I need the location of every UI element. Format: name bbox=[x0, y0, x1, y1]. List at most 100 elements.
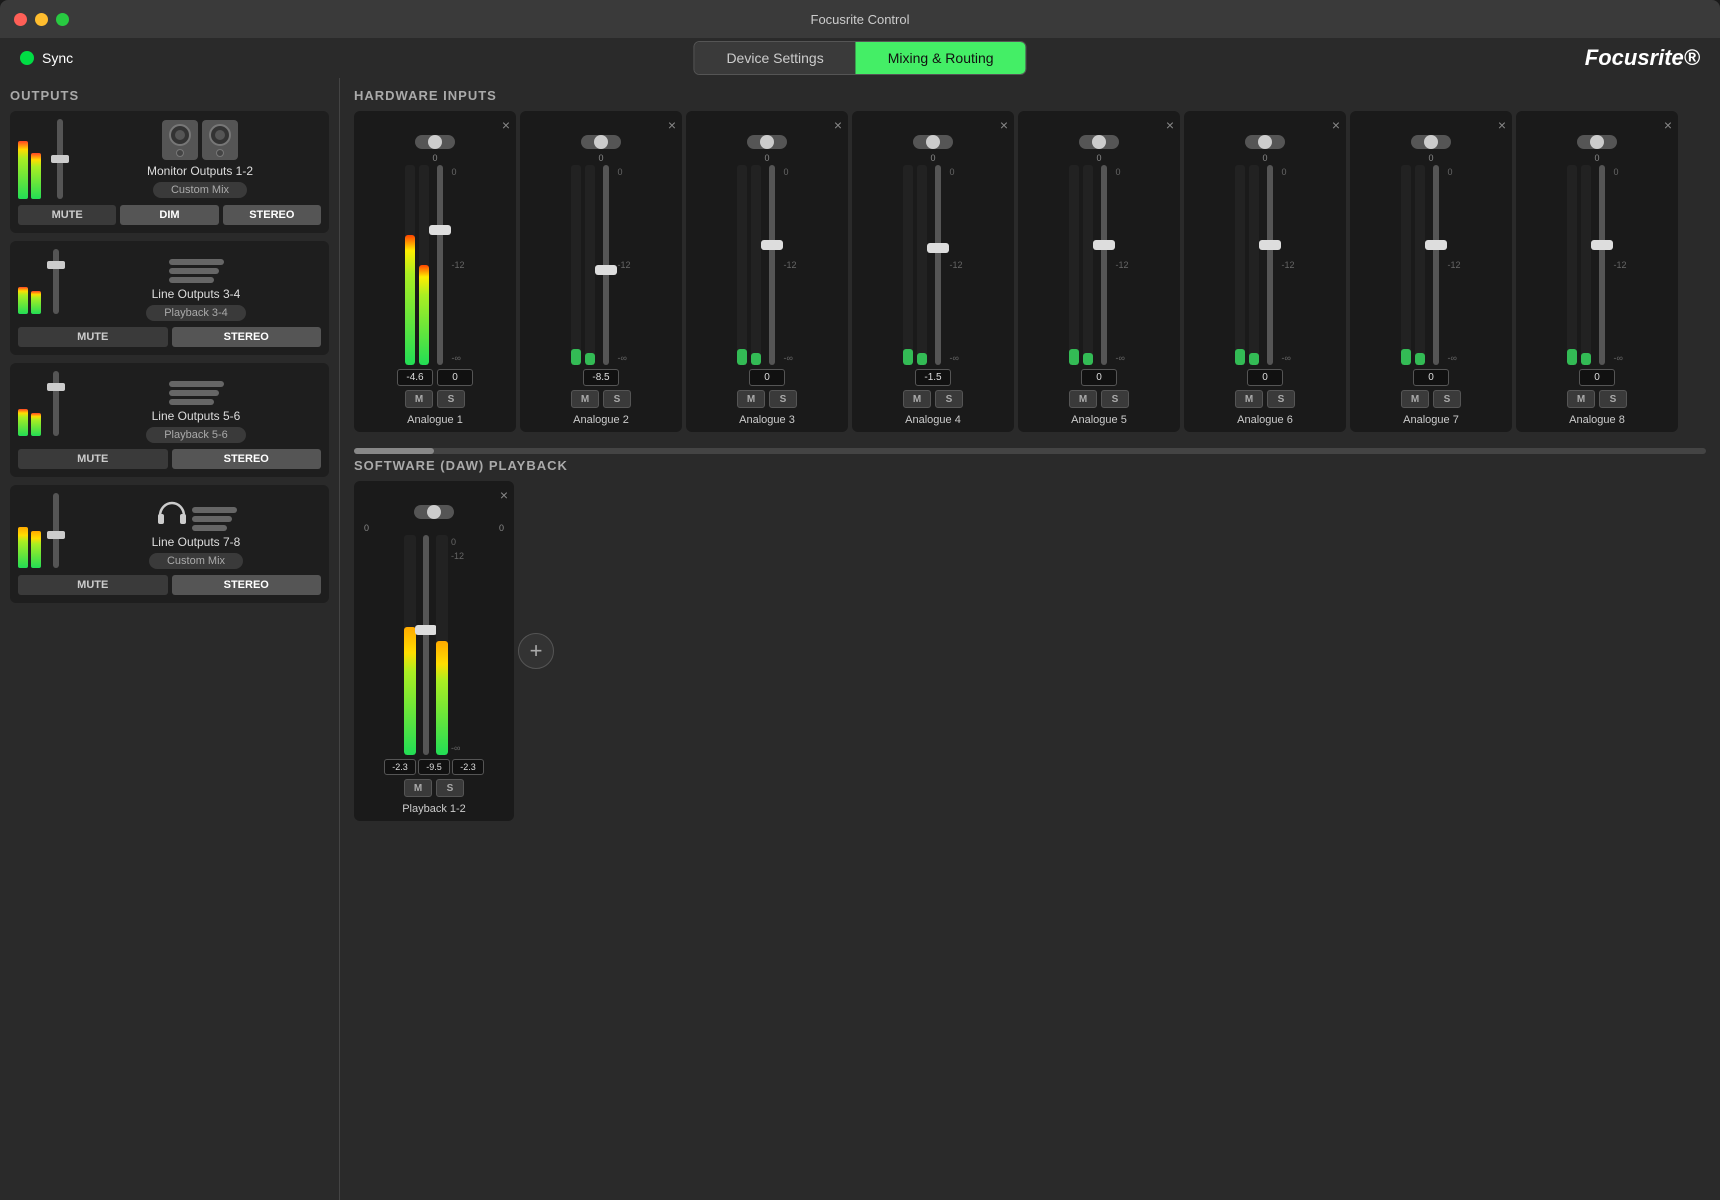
hw-inputs-scrollbar-thumb[interactable] bbox=[354, 448, 434, 454]
output-mix-5[interactable]: Playback 5-6 bbox=[146, 427, 246, 443]
pan-knob-8[interactable] bbox=[1577, 135, 1617, 149]
meter-left-3 bbox=[18, 287, 28, 314]
mute-ch-8[interactable]: M bbox=[1567, 390, 1595, 408]
close-analogue-4[interactable]: × bbox=[1000, 117, 1008, 133]
close-analogue-2[interactable]: × bbox=[668, 117, 676, 133]
close-analogue-3[interactable]: × bbox=[834, 117, 842, 133]
value-box-4[interactable]: -1.5 bbox=[915, 369, 951, 386]
pan-knob-3[interactable] bbox=[747, 135, 787, 149]
hw-inputs-scrollbar[interactable] bbox=[354, 448, 1706, 454]
solo-ch-8[interactable]: S bbox=[1599, 390, 1627, 408]
output-mix-monitor[interactable]: Custom Mix bbox=[153, 182, 247, 198]
output-mix-7[interactable]: Custom Mix bbox=[149, 553, 243, 569]
window-controls[interactable] bbox=[14, 13, 69, 26]
pan-thumb-pb1[interactable] bbox=[427, 505, 441, 519]
fader-thumb-6[interactable] bbox=[1259, 240, 1281, 250]
pan-thumb-4[interactable] bbox=[926, 135, 940, 149]
mute-pb1[interactable]: M bbox=[404, 779, 432, 797]
mute-button-5[interactable]: MUTE bbox=[18, 449, 168, 469]
solo-ch-5[interactable]: S bbox=[1101, 390, 1129, 408]
close-analogue-7[interactable]: × bbox=[1498, 117, 1506, 133]
mute-ch-2[interactable]: M bbox=[571, 390, 599, 408]
solo-ch-6[interactable]: S bbox=[1267, 390, 1295, 408]
tab-device-settings[interactable]: Device Settings bbox=[694, 42, 855, 74]
pan-knob-pb1[interactable] bbox=[414, 505, 454, 519]
mute-ch-3[interactable]: M bbox=[737, 390, 765, 408]
output-fader-line-5[interactable] bbox=[47, 383, 65, 391]
stereo-button-1[interactable]: STEREO bbox=[223, 205, 321, 225]
pan-knob-6[interactable] bbox=[1245, 135, 1285, 149]
pan-knob-7[interactable] bbox=[1411, 135, 1451, 149]
close-analogue-6[interactable]: × bbox=[1332, 117, 1340, 133]
value-box-3[interactable]: 0 bbox=[749, 369, 785, 386]
close-button[interactable] bbox=[14, 13, 27, 26]
meter-right bbox=[31, 153, 41, 199]
fader-thumb-pb1[interactable] bbox=[415, 625, 437, 635]
output-fader-line-7[interactable] bbox=[47, 531, 65, 539]
pan-thumb-1[interactable] bbox=[428, 135, 442, 149]
headphone-cable-icons bbox=[156, 497, 237, 531]
fader-thumb-7[interactable] bbox=[1425, 240, 1447, 250]
value-box-7[interactable]: 0 bbox=[1413, 369, 1449, 386]
fader-thumb-8[interactable] bbox=[1591, 240, 1613, 250]
value-box-1b[interactable]: 0 bbox=[437, 369, 473, 386]
mute-button-1[interactable]: MUTE bbox=[18, 205, 116, 225]
stereo-button-7[interactable]: STEREO bbox=[172, 575, 322, 595]
fader-thumb-5[interactable] bbox=[1093, 240, 1115, 250]
sync-indicator: Sync bbox=[20, 50, 73, 66]
stereo-button-5[interactable]: STEREO bbox=[172, 449, 322, 469]
pan-thumb-3[interactable] bbox=[760, 135, 774, 149]
outputs-title: OUTPUTS bbox=[10, 88, 329, 103]
output-mix-3[interactable]: Playback 3-4 bbox=[146, 305, 246, 321]
close-analogue-1[interactable]: × bbox=[502, 117, 510, 133]
pan-knob-5[interactable] bbox=[1079, 135, 1119, 149]
mute-ch-4[interactable]: M bbox=[903, 390, 931, 408]
solo-ch-7[interactable]: S bbox=[1433, 390, 1461, 408]
mute-ch-1[interactable]: M bbox=[405, 390, 433, 408]
value-box-5[interactable]: 0 bbox=[1081, 369, 1117, 386]
value-box-2[interactable]: -8.5 bbox=[583, 369, 619, 386]
stereo-button-3[interactable]: STEREO bbox=[172, 327, 322, 347]
value-box-pb1-l[interactable]: -2.3 bbox=[384, 759, 416, 775]
mute-button-3[interactable]: MUTE bbox=[18, 327, 168, 347]
value-box-8[interactable]: 0 bbox=[1579, 369, 1615, 386]
pan-knob-2[interactable] bbox=[581, 135, 621, 149]
dim-button-1[interactable]: DIM bbox=[120, 205, 218, 225]
output-name-line-5: Line Outputs 5-6 bbox=[152, 409, 241, 423]
solo-ch-4[interactable]: S bbox=[935, 390, 963, 408]
fader-thumb-4[interactable] bbox=[927, 243, 949, 253]
close-playback-1[interactable]: × bbox=[500, 487, 508, 503]
minimize-button[interactable] bbox=[35, 13, 48, 26]
close-analogue-8[interactable]: × bbox=[1664, 117, 1672, 133]
solo-ch-2[interactable]: S bbox=[603, 390, 631, 408]
close-analogue-5[interactable]: × bbox=[1166, 117, 1174, 133]
pan-knob-1[interactable] bbox=[415, 135, 455, 149]
mute-ch-6[interactable]: M bbox=[1235, 390, 1263, 408]
mute-button-7[interactable]: MUTE bbox=[18, 575, 168, 595]
value-box-pb1-r[interactable]: -2.3 bbox=[452, 759, 484, 775]
pan-knob-4[interactable] bbox=[913, 135, 953, 149]
fader-thumb-3[interactable] bbox=[761, 240, 783, 250]
output-fader-line-3[interactable] bbox=[47, 261, 65, 269]
value-box-6[interactable]: 0 bbox=[1247, 369, 1283, 386]
pan-thumb-2[interactable] bbox=[594, 135, 608, 149]
tab-mixing-routing[interactable]: Mixing & Routing bbox=[856, 42, 1026, 74]
add-channel-button[interactable]: + bbox=[518, 633, 554, 669]
value-box-pb1-m[interactable]: -9.5 bbox=[418, 759, 450, 775]
maximize-button[interactable] bbox=[56, 13, 69, 26]
pan-thumb-5[interactable] bbox=[1092, 135, 1106, 149]
mute-ch-7[interactable]: M bbox=[1401, 390, 1429, 408]
output-fader-monitor[interactable] bbox=[51, 155, 69, 163]
fader-thumb-1[interactable] bbox=[429, 225, 451, 235]
channel-analogue-2: × 0 bbox=[520, 111, 682, 432]
pan-thumb-6[interactable] bbox=[1258, 135, 1272, 149]
fader-thumb-2[interactable] bbox=[595, 265, 617, 275]
mute-ch-5[interactable]: M bbox=[1069, 390, 1097, 408]
value-box-1a[interactable]: -4.6 bbox=[397, 369, 433, 386]
solo-pb1[interactable]: S bbox=[436, 779, 464, 797]
solo-ch-1[interactable]: S bbox=[437, 390, 465, 408]
pan-thumb-7[interactable] bbox=[1424, 135, 1438, 149]
pan-thumb-8[interactable] bbox=[1590, 135, 1604, 149]
solo-ch-3[interactable]: S bbox=[769, 390, 797, 408]
channel-analogue-8: × 0 bbox=[1516, 111, 1678, 432]
